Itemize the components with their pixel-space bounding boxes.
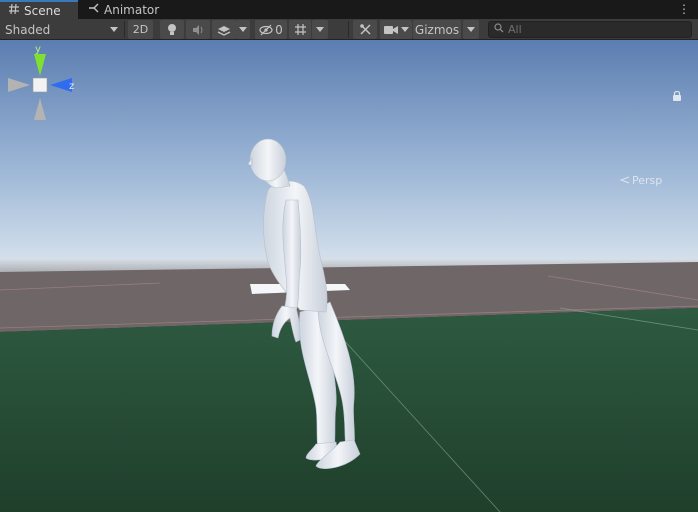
audio-toggle-button[interactable]: [186, 20, 210, 39]
tab-scene-label: Scene: [24, 3, 61, 18]
chevron-down-icon: [110, 27, 118, 32]
projection-label: Persp: [632, 174, 663, 187]
tab-bar: Scene Animator ⋮: [0, 0, 698, 19]
search-placeholder: All: [508, 23, 522, 36]
axis-z-label: z: [69, 81, 74, 92]
shading-mode-label: Shaded: [5, 22, 51, 37]
more-options-icon[interactable]: ⋮: [678, 2, 690, 16]
2d-toggle-label: 2D: [132, 23, 149, 36]
tools-toggle-button[interactable]: [353, 20, 377, 39]
scene-viewport[interactable]: y z Persp: [0, 40, 698, 512]
axis-y-cone[interactable]: [34, 54, 46, 76]
lightbulb-icon: [166, 23, 178, 36]
tab-animator-label: Animator: [104, 2, 160, 17]
grid-icon: [294, 23, 307, 36]
layers-effects-icon: [217, 24, 231, 36]
lock-icon[interactable]: [672, 90, 686, 104]
orientation-gizmo[interactable]: y z: [0, 40, 82, 126]
axis-neg-x-cone[interactable]: [8, 78, 30, 92]
projection-toggle[interactable]: Persp: [619, 174, 663, 187]
toolbar-divider: [348, 21, 349, 38]
camera-icon: [383, 25, 398, 35]
2d-toggle-button[interactable]: 2D: [128, 20, 153, 39]
camera-settings-button[interactable]: [380, 20, 412, 39]
search-input[interactable]: All: [488, 21, 692, 38]
effects-toggle-button[interactable]: [212, 20, 236, 39]
grid-dropdown-button[interactable]: [312, 20, 328, 39]
hidden-count: 0: [275, 22, 283, 37]
axis-neg-y-cone[interactable]: [34, 98, 46, 120]
gizmos-dropdown-button[interactable]: [463, 20, 479, 39]
sky: [0, 40, 698, 272]
shading-mode-dropdown[interactable]: Shaded: [0, 20, 122, 39]
speaker-icon: [192, 24, 205, 36]
chevron-down-icon: [239, 27, 247, 32]
tools-wrench-icon: [359, 23, 372, 36]
hash-icon: [8, 3, 20, 18]
chevron-down-icon: [316, 27, 324, 32]
scene-visibility-button[interactable]: 0: [255, 20, 287, 39]
axis-y-label: y: [35, 44, 41, 55]
chevron-down-icon: [400, 27, 409, 32]
animator-icon: [88, 2, 100, 17]
tab-scene[interactable]: Scene: [0, 0, 78, 19]
search-icon: [494, 23, 504, 36]
scene-render: [0, 40, 698, 512]
toolbar-divider: [124, 21, 125, 38]
hidden-eye-icon: [259, 24, 273, 36]
gizmos-label: Gizmos: [414, 22, 460, 37]
tab-animator[interactable]: Animator: [80, 0, 170, 19]
lighting-toggle-button[interactable]: [160, 20, 184, 39]
gizmos-button[interactable]: Gizmos: [413, 20, 461, 39]
perspective-icon: [619, 174, 630, 187]
scene-toolbar: Shaded 2D 0 Gizmos All: [0, 19, 698, 40]
chevron-down-icon: [467, 27, 475, 32]
center-cube[interactable]: [32, 77, 48, 93]
grid-toggle-button[interactable]: [289, 20, 311, 39]
effects-dropdown-button[interactable]: [236, 20, 250, 39]
